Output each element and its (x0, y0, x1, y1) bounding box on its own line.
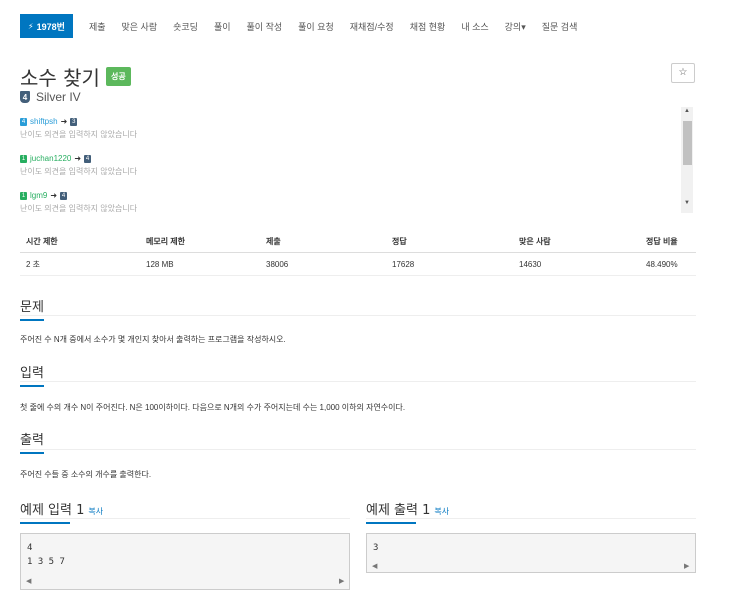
problem-title-row: 소수 찾기 성공 (20, 62, 131, 91)
scroll-up-icon[interactable]: ▲ (681, 108, 693, 118)
scroll-left-icon[interactable]: ◀ (372, 562, 377, 570)
tier-shield-icon: 4 (60, 191, 68, 200)
input-description: 첫 줄에 수의 개수 N이 주어진다. N은 100이하이다. 다음으로 N개의… (20, 403, 406, 412)
nav-short-coding[interactable]: 숏코딩 (173, 20, 198, 33)
stats-header: 정답 (386, 230, 513, 253)
sample-input-heading-text: 예제 입력 1 (20, 503, 85, 518)
heading-underline (20, 385, 44, 387)
stats-header: 시간 제한 (20, 230, 140, 253)
copy-output-button[interactable]: 복사 (434, 507, 449, 516)
scrollbar-thumb[interactable] (683, 121, 692, 165)
stats-header-row: 시간 제한 메모리 제한 제출 정답 맞은 사람 정답 비율 (20, 230, 696, 253)
opinion-text: 난이도 의견을 입력하지 않았습니다 (20, 167, 138, 176)
output-heading: 출력 (20, 429, 44, 454)
nav-problem-number-label: 1978번 (36, 21, 65, 32)
output-description: 주어진 수들 중 소수의 개수를 출력한다. (20, 470, 152, 479)
tier-label: Silver IV (36, 90, 81, 104)
bolt-icon: ⚡ (28, 21, 34, 31)
stats-value: 48.490% (640, 252, 696, 276)
opinion-item: 1 lgm9 ➜ 4 난이도 의견을 입력하지 않았습니다 (20, 191, 696, 214)
tier-shield-icon: 4 (20, 117, 27, 126)
problem-title: 소수 찾기 (20, 66, 100, 90)
tier-shield-icon: 3 (70, 117, 78, 126)
problem-description: 주어진 수 N개 중에서 소수가 몇 개인지 찾아서 출력하는 프로그램을 작성… (20, 335, 286, 344)
arrow-right-icon: ➜ (60, 117, 68, 126)
nav-submit[interactable]: 제출 (89, 20, 106, 33)
output-heading-text: 출력 (20, 433, 44, 448)
tier-shield-icon: 1 (20, 191, 27, 200)
problem-heading: 문제 (20, 296, 44, 321)
difficulty-opinions[interactable]: 4 shiftpsh ➜ 3 난이도 의견을 입력하지 않았습니다 1 juch… (20, 107, 696, 217)
heading-underline (20, 522, 70, 524)
stats-value: 38006 (260, 252, 386, 276)
nav-lectures-dropdown[interactable]: 강의▾ (505, 20, 526, 33)
sample-input-line: 4 (27, 543, 33, 553)
stats-value: 128 MB (140, 252, 260, 276)
sample-input-heading: 예제 입력 1 복사 (20, 499, 103, 524)
opinion-text: 난이도 의견을 입력하지 않았습니다 (20, 204, 138, 213)
sample-input-line: 1 3 5 7 (27, 557, 65, 567)
problem-heading-text: 문제 (20, 300, 44, 315)
result-badge: 성공 (105, 67, 131, 86)
nav-request-solution[interactable]: 풀이 요청 (298, 20, 334, 33)
arrow-right-icon: ➜ (74, 154, 82, 163)
scroll-left-icon[interactable]: ◀ (26, 577, 31, 585)
nav-solvers[interactable]: 맞은 사람 (122, 20, 158, 33)
sample-output-line: 3 (373, 543, 379, 553)
stats-value: 17628 (386, 252, 513, 276)
heading-underline (20, 319, 44, 321)
heading-underline (366, 522, 416, 524)
opinion-text: 난이도 의견을 입력하지 않았습니다 (20, 130, 138, 139)
stats-header: 정답 비율 (640, 230, 696, 253)
nav-rejudge[interactable]: 재채점/수정 (350, 20, 394, 33)
nav-question-search[interactable]: 질문 검색 (542, 20, 578, 33)
star-button[interactable]: ☆ (671, 63, 695, 83)
divider (20, 518, 350, 519)
sample-input-box[interactable]: 4 1 3 5 7 (20, 533, 350, 590)
stats-header: 메모리 제한 (140, 230, 260, 253)
nav-problem-number[interactable]: ⚡ 1978번 (20, 14, 73, 38)
sample-output-heading: 예제 출력 1 복사 (366, 499, 449, 524)
divider (20, 381, 696, 382)
divider (366, 518, 696, 519)
arrow-right-icon: ➜ (50, 191, 58, 200)
stats-value: 2 초 (20, 252, 140, 276)
stats-header: 제출 (260, 230, 386, 253)
scroll-down-icon[interactable]: ▼ (681, 200, 693, 210)
scroll-right-icon[interactable]: ▶ (339, 577, 344, 585)
problem-tier: 4 Silver IV (20, 90, 81, 104)
problem-stats: 시간 제한 메모리 제한 제출 정답 맞은 사람 정답 비율 2 초 128 M… (20, 230, 696, 276)
nav-write-solution[interactable]: 풀이 작성 (247, 20, 283, 33)
tier-shield-icon: 4 (20, 91, 30, 103)
sample-output-heading-text: 예제 출력 1 (366, 503, 431, 518)
stats-value: 14630 (513, 252, 640, 276)
opinion-user[interactable]: shiftpsh (30, 117, 58, 126)
stats-header: 맞은 사람 (513, 230, 640, 253)
opinion-item: 4 shiftpsh ➜ 3 난이도 의견을 입력하지 않았습니다 (20, 117, 696, 140)
nav-solutions[interactable]: 풀이 (214, 20, 231, 33)
opinion-user[interactable]: lgm9 (30, 191, 47, 200)
input-heading: 입력 (20, 362, 44, 387)
tier-shield-icon: 4 (84, 154, 92, 163)
problem-nav: ⚡ 1978번 제출 맞은 사람 숏코딩 풀이 풀이 작성 풀이 요청 재채점/… (20, 14, 577, 38)
divider (20, 449, 696, 450)
input-heading-text: 입력 (20, 366, 44, 381)
heading-underline (20, 452, 44, 454)
opinion-user[interactable]: juchan1220 (30, 154, 71, 163)
sample-output-box[interactable]: 3 (366, 533, 696, 573)
tier-shield-icon: 1 (20, 154, 27, 163)
divider (20, 315, 696, 316)
copy-input-button[interactable]: 복사 (88, 507, 103, 516)
stats-value-row: 2 초 128 MB 38006 17628 14630 48.490% (20, 252, 696, 276)
opinion-item: 1 juchan1220 ➜ 4 난이도 의견을 입력하지 않았습니다 (20, 154, 696, 177)
nav-my-source[interactable]: 내 소스 (461, 20, 488, 33)
nav-status[interactable]: 채점 현황 (410, 20, 446, 33)
scroll-right-icon[interactable]: ▶ (684, 562, 689, 570)
